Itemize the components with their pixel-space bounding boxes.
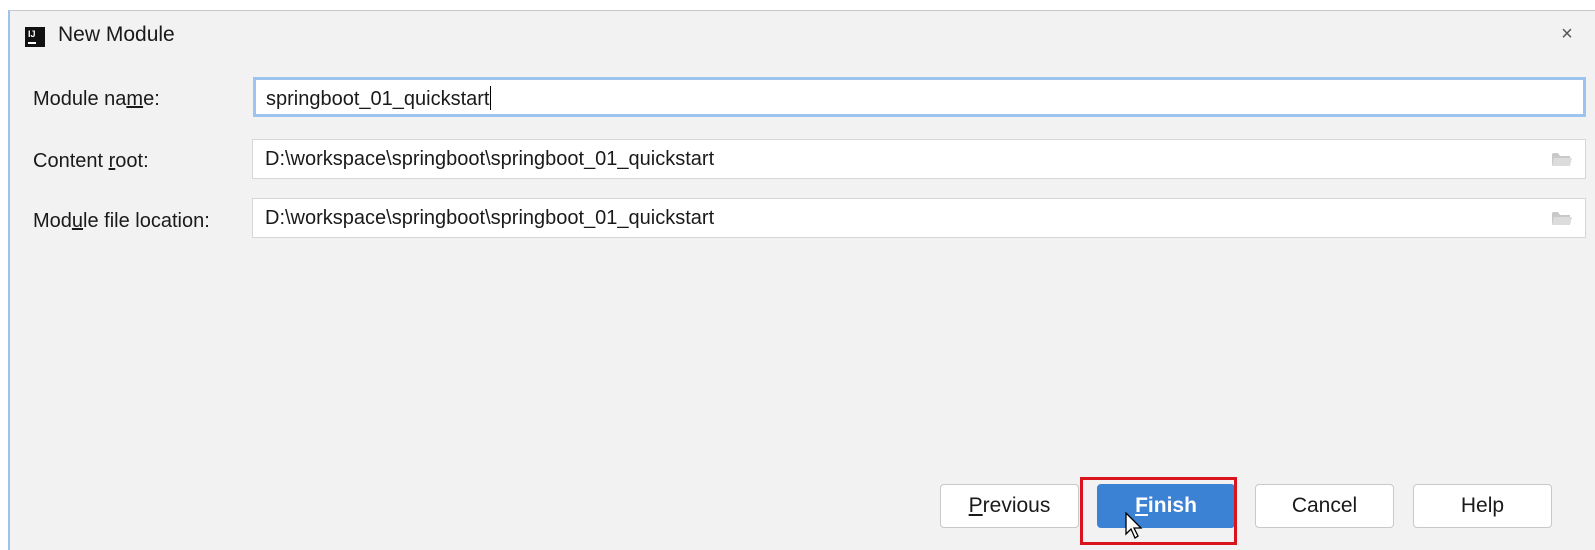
module-file-location-label: Module file location: (33, 210, 210, 232)
module-name-label: Module name: (33, 88, 160, 110)
content-root-label: Content root: (33, 150, 149, 172)
module-file-location-input[interactable]: D:\workspace\springboot\springboot_01_qu… (252, 198, 1586, 238)
module-name-input[interactable]: springboot_01_quickstart (253, 77, 1586, 117)
module-file-location-row: Module file location: D:\workspace\sprin… (10, 198, 1595, 242)
dialog-title: New Module (58, 23, 175, 46)
folder-icon[interactable] (1551, 210, 1573, 226)
content-root-input[interactable]: D:\workspace\springboot\springboot_01_qu… (252, 139, 1586, 179)
mouse-pointer-icon (1125, 512, 1143, 539)
cancel-button[interactable]: Cancel (1255, 484, 1394, 528)
finish-highlight-box (1080, 477, 1237, 545)
previous-button[interactable]: Previous (940, 484, 1079, 528)
help-button[interactable]: Help (1413, 484, 1552, 528)
text-caret (490, 86, 492, 110)
module-name-row: Module name: springboot_01_quickstart (10, 77, 1595, 121)
close-button[interactable]: × (1553, 21, 1581, 47)
content-root-row: Content root: D:\workspace\springboot\sp… (10, 139, 1595, 183)
new-module-dialog: IJ New Module × Module name: springboot_… (8, 10, 1595, 550)
folder-icon[interactable] (1551, 151, 1573, 167)
title-bar: IJ New Module × (10, 11, 1595, 59)
intellij-app-icon: IJ (25, 27, 45, 47)
